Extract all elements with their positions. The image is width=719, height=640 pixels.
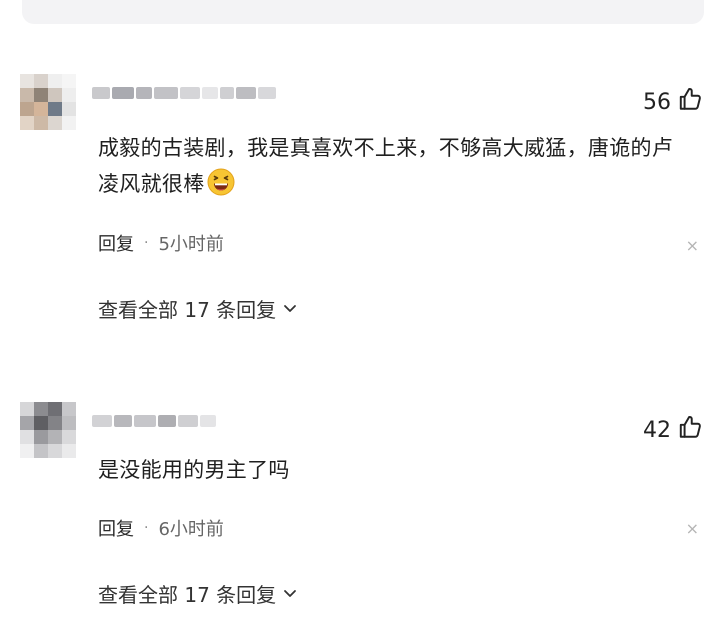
comment-meta: 回复 · 6小时前 bbox=[98, 515, 224, 541]
chevron-down-icon bbox=[282, 297, 298, 321]
reply-button[interactable]: 回复 bbox=[98, 515, 134, 541]
laughing-emoji-icon bbox=[207, 168, 235, 196]
view-all-label: 查看全部 17 条回复 bbox=[98, 583, 277, 607]
like-button[interactable]: 42 bbox=[643, 414, 703, 446]
username-blurred[interactable] bbox=[92, 410, 216, 432]
top-input-bar[interactable] bbox=[22, 0, 704, 24]
comment-text: 是没能用的男主了吗 bbox=[98, 458, 290, 482]
view-all-label: 查看全部 17 条回复 bbox=[98, 298, 277, 322]
avatar[interactable] bbox=[20, 402, 76, 458]
thumbs-up-icon bbox=[677, 414, 703, 446]
timestamp: 6小时前 bbox=[158, 519, 224, 540]
username-blurred[interactable] bbox=[92, 82, 276, 104]
comment-meta: 回复 · 5小时前 bbox=[98, 230, 224, 256]
timestamp: 5小时前 bbox=[158, 234, 224, 255]
separator-dot: · bbox=[144, 235, 149, 251]
chevron-down-icon bbox=[282, 582, 298, 606]
like-button[interactable]: 56 bbox=[643, 86, 703, 118]
reply-button[interactable]: 回复 bbox=[98, 230, 134, 256]
view-all-replies-button[interactable]: 查看全部 17 条回复 bbox=[98, 579, 298, 608]
close-icon[interactable]: × bbox=[686, 236, 699, 255]
close-icon[interactable]: × bbox=[686, 519, 699, 538]
separator-dot: · bbox=[144, 520, 149, 536]
thumbs-up-icon bbox=[677, 86, 703, 118]
like-count: 56 bbox=[643, 89, 671, 115]
comment-text: 成毅的古装剧，我是真喜欢不上来，不够高大威猛，唐诡的卢凌风就很棒 bbox=[98, 136, 674, 196]
view-all-replies-button[interactable]: 查看全部 17 条回复 bbox=[98, 294, 298, 323]
like-count: 42 bbox=[643, 417, 671, 443]
avatar[interactable] bbox=[20, 74, 76, 130]
